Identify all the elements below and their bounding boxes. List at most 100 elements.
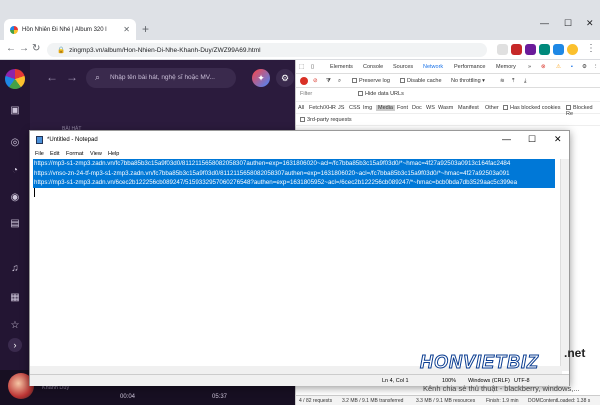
close-window-icon[interactable]: ✕ <box>586 18 594 29</box>
music-note-icon[interactable]: ♫ <box>9 263 21 275</box>
dcl-time: DOMContentLoaded: 1.38 s <box>528 398 591 404</box>
filter-icon[interactable]: ⧩ <box>326 78 331 85</box>
close-tab-icon[interactable]: ✕ <box>123 25 130 34</box>
star-icon[interactable]: ☆ <box>9 320 21 332</box>
filter-fetch-xhr[interactable]: Fetch/XHR <box>309 105 336 111</box>
theme-button[interactable]: ✦ <box>252 69 270 87</box>
notepad-title: *Untitled - Notepad <box>47 137 98 143</box>
disable-cache-checkbox[interactable]: Disable cache <box>400 78 442 84</box>
online-icon[interactable]: ≋ <box>500 78 505 84</box>
new-tab-icon[interactable]: + <box>142 22 149 36</box>
extension-icon[interactable] <box>497 44 508 55</box>
third-party-checkbox[interactable]: 3rd-party requests <box>300 117 352 123</box>
more-tabs-icon[interactable]: » <box>528 64 531 70</box>
export-icon[interactable]: ⤓ <box>524 78 526 85</box>
extension-icon[interactable] <box>553 44 564 55</box>
search-network-icon[interactable]: ⌕ <box>338 78 341 85</box>
filter-img[interactable]: Img <box>363 105 372 111</box>
issues-icon[interactable]: ▪ <box>571 64 573 70</box>
zing-logo-icon[interactable] <box>5 69 25 89</box>
device-toolbar-icon[interactable]: ▯ <box>311 64 314 70</box>
explore-icon[interactable]: ◎ <box>9 137 21 149</box>
preserve-log-checkbox[interactable]: Preserve log <box>352 78 390 84</box>
extension-icon[interactable] <box>525 44 536 55</box>
library-icon[interactable]: ▣ <box>9 105 21 117</box>
address-bar[interactable]: 🔒 zingmp3.vn/album/Hon-Nhien-Di-Nhe-Khanh… <box>47 43 487 57</box>
filter-js[interactable]: JS <box>338 105 344 111</box>
extension-icon[interactable] <box>539 44 550 55</box>
filter-other[interactable]: Other <box>485 105 499 111</box>
following-icon[interactable]: ▤ <box>9 218 21 230</box>
third-party-label: 3rd-party requests <box>307 117 352 123</box>
disable-cache-label: Disable cache <box>407 78 442 84</box>
menu-view[interactable]: View <box>90 151 102 157</box>
tab-performance[interactable]: Performance <box>454 64 486 70</box>
back-icon[interactable]: ← <box>6 43 16 54</box>
filter-wasm[interactable]: Wasm <box>438 105 453 111</box>
filter-all[interactable]: All <box>298 105 304 111</box>
minimize-icon[interactable]: — <box>540 18 549 28</box>
tab-elements[interactable]: Elements <box>330 64 353 70</box>
profile-avatar[interactable] <box>567 44 578 55</box>
notepad-title-bar[interactable]: *Untitled - Notepad — ☐ ✕ <box>30 131 569 149</box>
record-icon[interactable] <box>300 77 308 85</box>
throttling-select[interactable]: No throttling ▾ <box>451 78 485 84</box>
menu-edit[interactable]: Edit <box>50 151 59 157</box>
search-icon: ⌕ <box>95 72 101 82</box>
throttling-value: No throttling <box>451 78 481 84</box>
inspect-icon[interactable]: ⬚ <box>299 64 304 70</box>
filter-manifest[interactable]: Manifest <box>458 105 479 111</box>
tab-sources[interactable]: Sources <box>393 64 413 70</box>
tab-console[interactable]: Console <box>363 64 383 70</box>
menu-format[interactable]: Format <box>66 151 83 157</box>
notepad-minimize-icon[interactable]: — <box>502 134 511 144</box>
zing-sidebar: ▣ ◎ ◔ ◉ ▤ ♫ ▦ ☆ › <box>0 60 30 405</box>
forward-icon[interactable]: → <box>19 43 29 54</box>
zing-header: ← → ⌕ Nhập tên bài hát, nghệ sĩ hoặc MV.… <box>30 60 295 100</box>
menu-file[interactable]: File <box>35 151 44 157</box>
notepad-close-icon[interactable]: ✕ <box>554 134 562 145</box>
time-current: 00:04 <box>120 394 136 400</box>
import-icon[interactable]: ⤒ <box>512 78 514 85</box>
filter-media[interactable]: Media <box>376 105 395 111</box>
notepad-maximize-icon[interactable]: ☐ <box>528 134 536 145</box>
notepad-text-area[interactable]: https://mp3-s1-zmp3.zadn.vn/fc7bba85b3c1… <box>33 159 560 371</box>
expand-sidebar-button[interactable]: › <box>8 338 22 352</box>
error-count-icon[interactable]: ⊗ <box>541 64 546 70</box>
menu-help[interactable]: Help <box>108 151 119 157</box>
finish-time: Finish: 1.9 min <box>486 398 519 404</box>
notepad-icon <box>36 136 43 144</box>
filter-ws[interactable]: WS <box>426 105 435 111</box>
watermark-caption: Kênh chia sẻ thủ thuật - blackberry, win… <box>423 384 580 393</box>
settings-icon[interactable]: ⚙ <box>276 69 294 87</box>
chart-icon[interactable]: ◔ <box>9 165 21 177</box>
filter-doc[interactable]: Doc <box>412 105 422 111</box>
browser-tab[interactable]: Hồn Nhiên Đi Nhé | Album 320 l ✕ <box>4 19 136 40</box>
text-line: https://vnso-zn-24-tf-mp3-s1-zmp3.zadn.v… <box>33 168 555 178</box>
warning-count-icon[interactable]: ⚠ <box>556 64 561 70</box>
tab-memory[interactable]: Memory <box>496 64 516 70</box>
reload-icon[interactable]: ↻ <box>32 43 40 54</box>
filter-input[interactable]: Filter <box>300 91 312 97</box>
tab-network[interactable]: Network <box>423 64 443 70</box>
zing-back-icon[interactable]: ← <box>46 70 58 84</box>
radio-icon[interactable]: ◉ <box>9 192 21 204</box>
menu-icon[interactable]: ⋮ <box>586 43 596 54</box>
hide-data-urls-checkbox[interactable]: Hide data URLs <box>358 91 404 97</box>
zing-forward-icon[interactable]: → <box>66 70 78 84</box>
zing-search-input[interactable]: ⌕ Nhập tên bài hát, nghệ sĩ hoặc MV... <box>86 68 236 88</box>
notepad-window: *Untitled - Notepad — ☐ ✕ File Edit Form… <box>29 130 570 386</box>
blocked-cookies-checkbox[interactable]: Has blocked cookies <box>503 105 560 111</box>
devtools-menu-icon[interactable]: ⋮ <box>593 64 599 70</box>
filter-css[interactable]: CSS <box>349 105 360 111</box>
extension-icon[interactable] <box>511 44 522 55</box>
filter-font[interactable]: Font <box>397 105 408 111</box>
browser-tab-title: Hồn Nhiên Đi Nhé | Album 320 l <box>22 26 107 33</box>
resources-size: 3.3 MB / 9.1 MB resources <box>416 398 476 404</box>
clear-icon[interactable]: ⊘ <box>313 78 318 84</box>
devtools-settings-icon[interactable]: ⚙ <box>582 64 587 70</box>
category-icon[interactable]: ▦ <box>9 292 21 304</box>
maximize-icon[interactable]: ☐ <box>564 18 572 29</box>
vertical-scrollbar[interactable] <box>560 159 569 371</box>
browser-tab-strip: Hồn Nhiên Đi Nhé | Album 320 l ✕ + — ☐ ✕ <box>0 0 600 40</box>
